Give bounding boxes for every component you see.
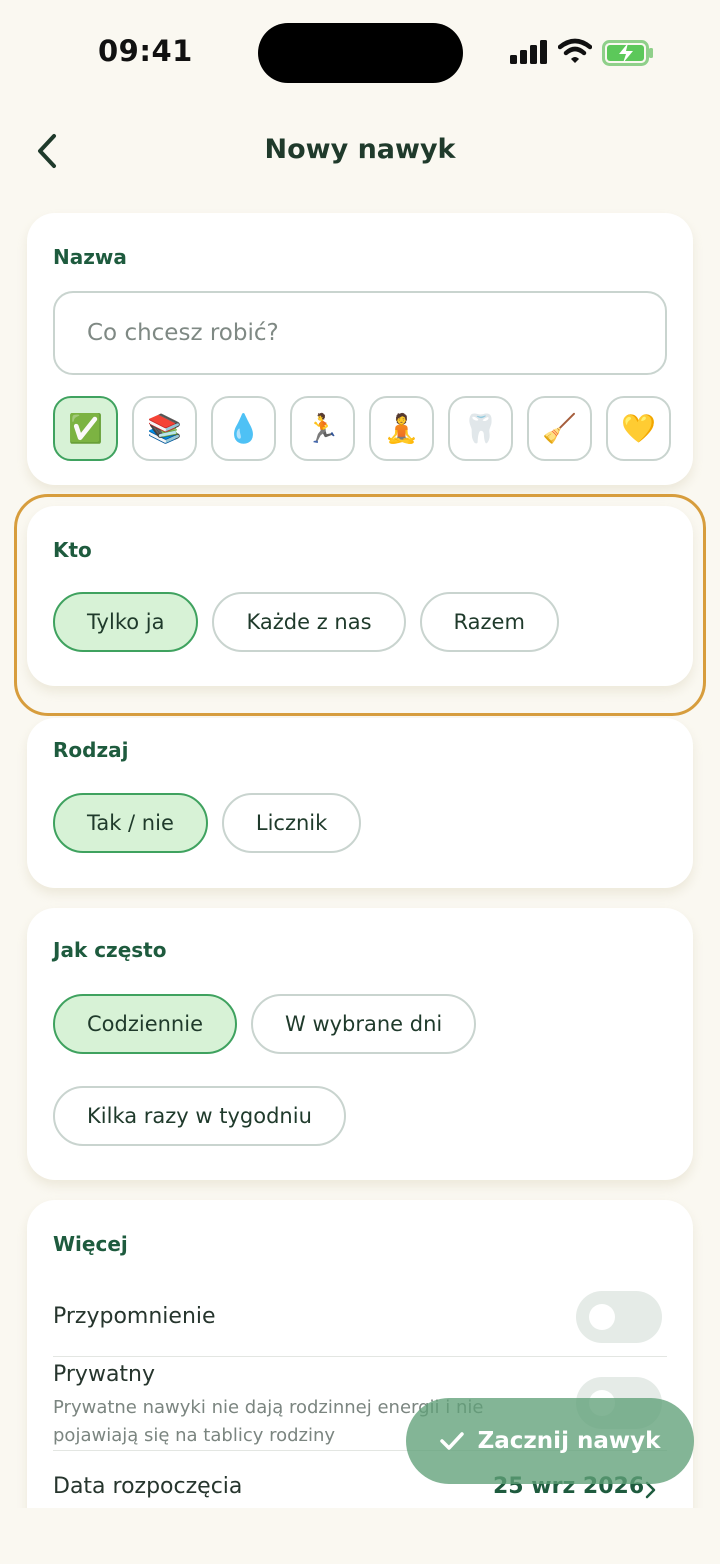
frequency-card: Jak często Codziennie W wybrane dni Kilk… [27, 908, 693, 1180]
icon-option-droplet[interactable]: 💧 [211, 396, 276, 461]
runner-icon: 🏃 [305, 412, 340, 445]
chip-few-times-week[interactable]: Kilka razy w tygodniu [53, 1086, 346, 1146]
icon-option-heart[interactable]: 💛 [606, 396, 671, 461]
chip-only-me[interactable]: Tylko ja [53, 592, 199, 652]
books-icon: 📚 [147, 412, 182, 445]
frequency-options-row2: Kilka razy w tygodniu [53, 1086, 346, 1146]
who-card: Kto Tylko ja Każde z nas Razem [27, 506, 693, 686]
name-section-label: Nazwa [53, 245, 127, 269]
yellow-heart-icon: 💛 [621, 412, 656, 445]
frequency-section-label: Jak często [53, 938, 167, 962]
signal-icon [510, 40, 547, 64]
status-time: 09:41 [98, 34, 193, 68]
reminder-toggle[interactable] [576, 1291, 662, 1343]
icon-option-check[interactable]: ✅ [53, 396, 118, 461]
icon-option-runner[interactable]: 🏃 [290, 396, 355, 461]
icon-picker: ✅ 📚 💧 🏃 🧘 🦷 🧹 💛 [53, 396, 671, 461]
icon-option-broom[interactable]: 🧹 [527, 396, 592, 461]
droplet-icon: 💧 [226, 412, 261, 445]
chip-counter[interactable]: Licznik [221, 793, 362, 853]
more-card: Więcej Przypomnienie Prywatny Prywatne n… [27, 1200, 693, 1540]
reminder-label: Przypomnienie [53, 1304, 216, 1329]
broom-icon: 🧹 [542, 412, 577, 445]
who-section-label: Kto [53, 538, 92, 562]
page-title: Nowy nawyk [264, 134, 456, 165]
check-icon [439, 1432, 464, 1450]
icon-option-books[interactable]: 📚 [132, 396, 197, 461]
who-options: Tylko ja Każde z nas Razem [53, 592, 559, 652]
kind-section-label: Rodzaj [53, 738, 129, 762]
dynamic-island [258, 23, 463, 83]
kind-options: Tak / nie Licznik [53, 793, 362, 853]
chip-together[interactable]: Razem [419, 592, 559, 652]
bottom-fade [0, 1508, 720, 1564]
habit-name-input[interactable] [53, 291, 667, 375]
start-habit-button[interactable]: Zacznij nawyk [406, 1398, 694, 1484]
icon-option-tooth[interactable]: 🦷 [448, 396, 513, 461]
frequency-options-row1: Codziennie W wybrane dni [53, 994, 477, 1054]
chip-yes-no[interactable]: Tak / nie [53, 793, 208, 853]
name-card: Nazwa ✅ 📚 💧 🏃 🧘 🦷 🧹 💛 [27, 213, 693, 485]
battery-charging-icon [602, 40, 653, 66]
status-bar: 09:41 [0, 0, 720, 105]
divider [53, 1356, 667, 1357]
private-label: Prywatny [53, 1362, 156, 1387]
header: Nowy nawyk [0, 110, 720, 190]
chip-selected-days[interactable]: W wybrane dni [251, 994, 477, 1054]
meditation-icon: 🧘 [384, 412, 419, 445]
wifi-icon [558, 38, 592, 63]
toggle-knob [589, 1304, 615, 1330]
kind-card: Rodzaj Tak / nie Licznik [27, 718, 693, 888]
icon-option-meditation[interactable]: 🧘 [369, 396, 434, 461]
tooth-icon: 🦷 [463, 412, 498, 445]
start-date-label: Data rozpoczęcia [53, 1474, 243, 1499]
start-habit-label: Zacznij nawyk [477, 1428, 661, 1454]
check-mark-icon: ✅ [68, 412, 103, 445]
more-section-label: Więcej [53, 1232, 128, 1256]
chip-each-of-us[interactable]: Każde z nas [212, 592, 406, 652]
chip-daily[interactable]: Codziennie [53, 994, 237, 1054]
